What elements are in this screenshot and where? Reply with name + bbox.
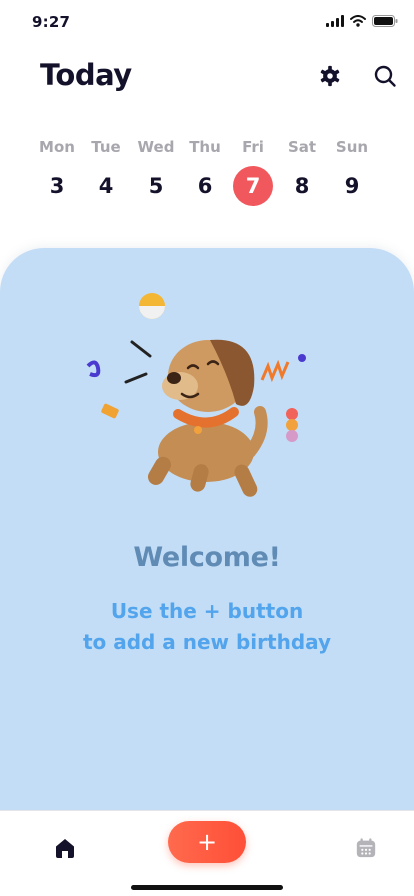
status-bar: 9:27 (0, 0, 414, 44)
day-name: Tue (91, 138, 121, 156)
day-name: Thu (189, 138, 221, 156)
tab-calendar[interactable] (353, 835, 379, 861)
day-name: Sat (287, 138, 317, 156)
day-fri[interactable]: Fri 7 (231, 136, 275, 206)
gear-icon (320, 65, 340, 87)
day-mon[interactable]: Mon 3 (35, 136, 79, 206)
week-strip: Mon 3 Tue 4 Wed 5 Thu 6 Fri 7 Sat 8 Sun … (0, 136, 414, 208)
page-title: Today (40, 58, 132, 92)
empty-state-card: Welcome! Use the + button to add a new b… (0, 248, 414, 838)
welcome-title: Welcome! (133, 542, 281, 573)
day-number: 9 (344, 174, 360, 198)
day-tue[interactable]: Tue 4 (84, 136, 128, 206)
battery-icon (372, 15, 398, 27)
welcome-subtitle: Use the + button to add a new birthday (0, 596, 414, 658)
add-birthday-button[interactable]: + (168, 821, 246, 863)
tab-home[interactable] (52, 835, 78, 861)
day-number: 4 (98, 174, 114, 198)
home-icon (56, 839, 74, 858)
settings-button[interactable] (318, 64, 342, 88)
cellular-signal-icon (326, 15, 344, 27)
day-thu[interactable]: Thu 6 (183, 136, 227, 206)
tab-bar: + (0, 810, 414, 896)
day-name: Sun (335, 138, 369, 156)
day-name: Wed (137, 138, 175, 156)
status-icons (326, 15, 398, 27)
status-time: 9:27 (32, 13, 71, 31)
day-number-selected: 7 (233, 166, 273, 206)
welcome-subtitle-line: Use the + button (110, 599, 304, 623)
search-icon (374, 65, 396, 87)
day-name: Mon (39, 138, 75, 156)
day-number: 8 (294, 174, 310, 198)
home-indicator (131, 885, 283, 890)
day-number: 3 (49, 174, 65, 198)
day-wed[interactable]: Wed 5 (134, 136, 178, 206)
header: Today (0, 56, 414, 100)
day-sat[interactable]: Sat 8 (280, 136, 324, 206)
day-number: 6 (197, 174, 213, 198)
day-sun[interactable]: Sun 9 (330, 136, 374, 206)
search-button[interactable] (373, 64, 397, 88)
calendar-icon (356, 838, 376, 858)
welcome-subtitle-line: to add a new birthday (82, 630, 332, 654)
day-name: Fri (242, 138, 264, 156)
wifi-icon (350, 15, 366, 27)
day-number: 5 (148, 174, 164, 198)
happy-puppy-illustration (86, 293, 306, 497)
